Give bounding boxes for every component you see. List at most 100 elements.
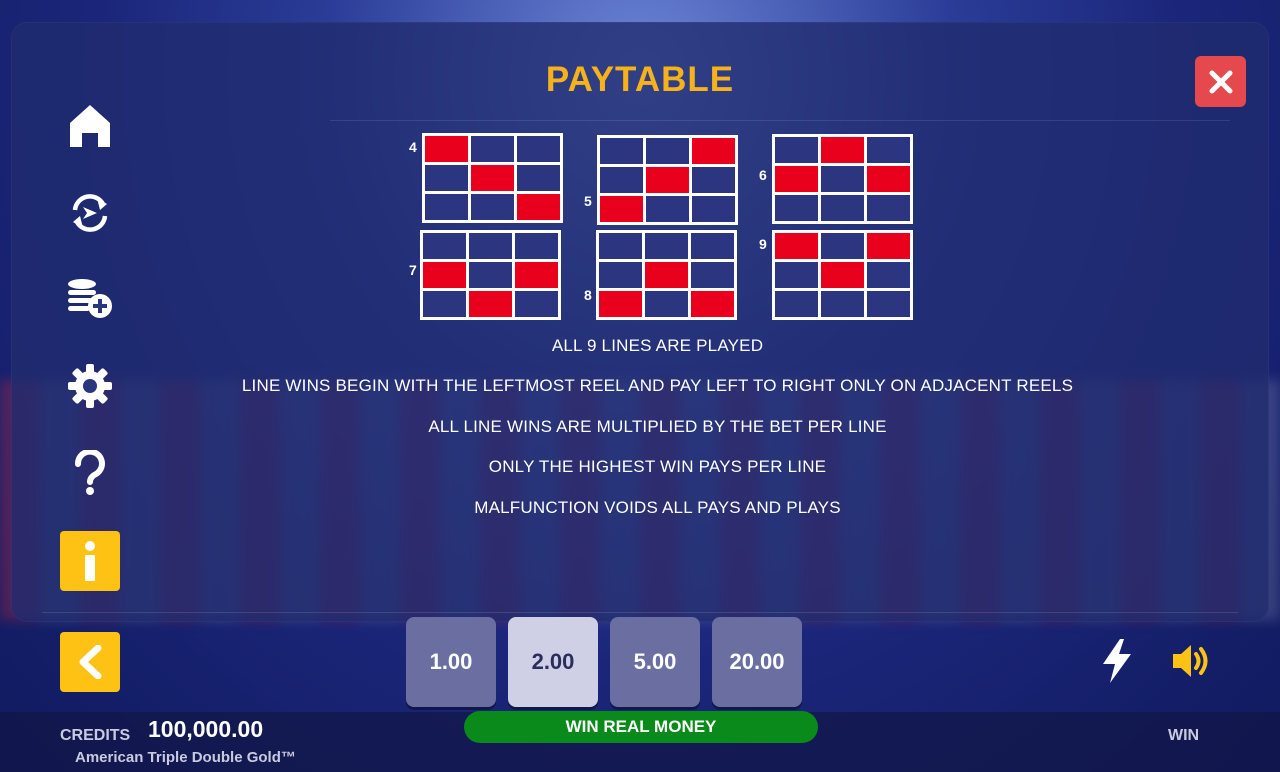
rule-text: ONLY THE HIGHEST WIN PAYS PER LINE [488, 457, 827, 476]
payline-cell [600, 138, 643, 164]
payline-grid [772, 230, 913, 320]
chevron-left-icon [79, 645, 102, 679]
payline-cell [645, 291, 688, 317]
payline-cell [425, 165, 468, 191]
payline-cell [599, 262, 642, 288]
rule-text: ALL LINE WINS ARE MULTIPLIED BY THE BET … [428, 417, 887, 436]
payline-cell-active [600, 196, 643, 222]
payline-cell-active [517, 194, 560, 220]
payline-cell-active [821, 262, 864, 288]
sidebar-item-autoplay[interactable] [60, 183, 120, 243]
payline-cell [821, 233, 864, 259]
payline-number: 7 [409, 262, 417, 278]
payline-cell [600, 167, 643, 193]
payline-cell [471, 194, 514, 220]
payline-cell [645, 233, 688, 259]
sidebar-item-info[interactable] [60, 531, 120, 591]
payline-cell [867, 291, 910, 317]
back-button[interactable] [60, 632, 120, 692]
payline-number: 6 [759, 167, 767, 183]
bet-option-button-selected[interactable]: 2.00 [508, 617, 598, 707]
paytable-panel [11, 22, 1269, 622]
sound-button[interactable] [1170, 638, 1216, 684]
payline-cell-active [646, 167, 689, 193]
payline-grid [596, 230, 737, 320]
payline-cell-active [775, 233, 818, 259]
bet-option-button[interactable]: 5.00 [610, 617, 700, 707]
lightning-icon [1103, 639, 1131, 683]
rule-text: ALL 9 LINES ARE PLAYED [551, 336, 764, 355]
add-coins-icon [68, 279, 112, 318]
payline-cell [423, 233, 466, 259]
payline-grid [420, 230, 561, 320]
home-icon [70, 105, 110, 147]
close-button[interactable] [1195, 56, 1246, 107]
payline-cell [867, 195, 910, 221]
payline-cell [599, 233, 642, 259]
payline-cell [775, 291, 818, 317]
credits-value: 100,000.00 [148, 716, 264, 742]
payline-cell [821, 291, 864, 317]
close-icon [1209, 70, 1232, 93]
payline-cell-active [515, 262, 558, 288]
payline-cell [646, 196, 689, 222]
sidebar-item-add-coins[interactable] [60, 268, 120, 328]
payline-cell [867, 137, 910, 163]
win-label: WIN [1168, 727, 1200, 744]
payline-cell-active [423, 262, 466, 288]
payline-cell [691, 262, 734, 288]
payline-cell [469, 262, 512, 288]
turbo-button[interactable] [1094, 638, 1140, 684]
payline-cell [469, 233, 512, 259]
payline-cell [692, 167, 735, 193]
payline-cell-active [867, 233, 910, 259]
payline-cell-active [692, 138, 735, 164]
payline-cell-active [691, 291, 734, 317]
payline-cell [867, 262, 910, 288]
payline-cell-active [471, 165, 514, 191]
credits-label: CREDITS [60, 727, 131, 744]
payline-cell [425, 194, 468, 220]
bet-option-button[interactable]: 1.00 [406, 617, 496, 707]
payline-cell [423, 291, 466, 317]
payline-cell [515, 233, 558, 259]
payline-cell [515, 291, 558, 317]
info-icon [85, 541, 95, 581]
payline-number: 8 [584, 287, 592, 303]
payline-number: 4 [409, 139, 417, 155]
rule-text: LINE WINS BEGIN WITH THE LEFTMOST REEL A… [241, 376, 1074, 395]
payline-cell [821, 166, 864, 192]
payline-cell [517, 165, 560, 191]
panel-divider [42, 612, 1238, 613]
title-divider [330, 120, 1230, 121]
payline-cell-active [867, 166, 910, 192]
rule-text: MALFUNCTION VOIDS ALL PAYS AND PLAYS [474, 498, 841, 517]
payline-cell [691, 233, 734, 259]
payline-grid [422, 133, 563, 223]
bet-option-button[interactable]: 20.00 [712, 617, 802, 707]
payline-cell-active [599, 291, 642, 317]
win-real-money-button[interactable]: WIN REAL MONEY [464, 711, 818, 743]
payline-cell [646, 138, 689, 164]
speaker-icon [1173, 645, 1208, 677]
payline-cell-active [425, 136, 468, 162]
payline-cell [471, 136, 514, 162]
payline-cell-active [821, 137, 864, 163]
payline-cell [821, 195, 864, 221]
payline-cell [775, 262, 818, 288]
payline-cell-active [775, 166, 818, 192]
autoplay-icon [72, 194, 108, 232]
payline-cell-active [469, 291, 512, 317]
payline-grid [597, 135, 738, 225]
payline-cell [517, 136, 560, 162]
payline-cell [692, 196, 735, 222]
payline-grid [772, 134, 913, 224]
payline-cell [775, 137, 818, 163]
sidebar-item-home[interactable] [60, 96, 120, 156]
page-title: PAYTABLE [545, 60, 735, 99]
payline-number: 9 [759, 236, 767, 252]
game-name: American Triple Double Gold™ [75, 749, 296, 766]
payline-cell [775, 195, 818, 221]
payline-number: 5 [584, 193, 592, 209]
payline-cell-active [645, 262, 688, 288]
